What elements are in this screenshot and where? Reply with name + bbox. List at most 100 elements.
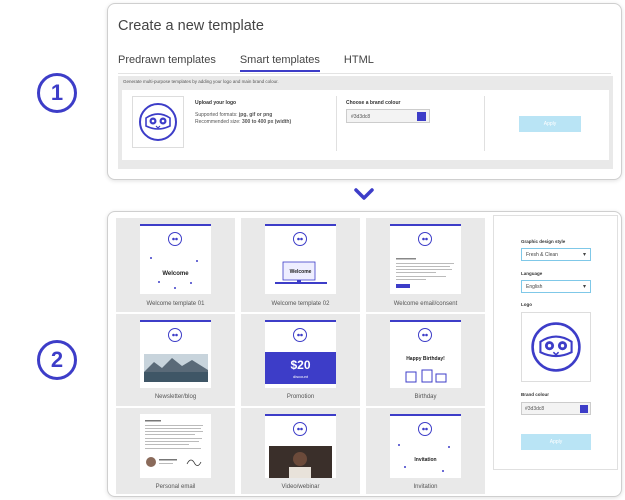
preview-header-bar: [390, 224, 461, 226]
generated-templates-panel: Welcome Welcome template 01 Welcome Welc…: [107, 211, 622, 497]
text-lines-placeholder: [396, 258, 454, 288]
template-caption: Newsletter/blog: [154, 394, 197, 400]
step-1-badge: 1: [37, 73, 77, 113]
owl-logo-icon: [293, 422, 307, 436]
template-caption: Welcome template 02: [271, 301, 330, 307]
size-value: 300 to 400 px (width): [241, 119, 292, 125]
template-card-newsletter[interactable]: Newsletter/blog: [116, 314, 235, 406]
template-preview: [140, 414, 211, 478]
template-preview: [390, 224, 461, 294]
tab-smart-templates[interactable]: Smart templates: [239, 54, 320, 72]
preview-headline: Invitation: [414, 457, 437, 463]
template-preview: Happy Birthday!: [390, 320, 461, 388]
template-caption: Personal email: [155, 484, 196, 490]
template-card-birthday[interactable]: Happy Birthday! Birthday: [366, 314, 485, 406]
template-preview: [265, 414, 336, 478]
divider: [336, 96, 337, 151]
page: 1 2 Create a new template Predrawn templ…: [0, 0, 625, 500]
design-style-select[interactable]: Fresh & Clean ▾: [521, 248, 591, 261]
size-prefix: Recommended size:: [195, 119, 242, 125]
template-settings-sidebar: Graphic design style Fresh & Clean ▾ Lan…: [493, 215, 618, 470]
template-caption: Welcome template 01: [146, 301, 205, 307]
gift-boxes-icon: [405, 369, 447, 383]
template-caption: Promotion: [286, 394, 315, 400]
brand-colour-label: Brand colour: [521, 392, 550, 397]
template-preview: Welcome: [140, 224, 211, 294]
recommended-size: Recommended size: 300 to 400 px (width): [195, 119, 291, 125]
template-card-promotion[interactable]: $20 discount Promotion: [241, 314, 360, 406]
letter-text-placeholder: [145, 420, 203, 467]
preview-header-bar: [265, 414, 336, 416]
brand-colour-value: #3d3dc8: [525, 406, 545, 412]
template-card-invitation[interactable]: Invitation Invitation: [366, 408, 485, 494]
step-1-number: 1: [50, 80, 64, 105]
logo-label: Logo: [521, 302, 532, 307]
owl-logo-icon: [293, 232, 307, 246]
tab-predrawn-templates[interactable]: Predrawn templates: [118, 54, 216, 72]
logo-preview[interactable]: [521, 312, 591, 382]
webinar-photo: [269, 446, 332, 478]
template-preview: Invitation: [390, 414, 461, 478]
preview-header-bar: [140, 320, 211, 322]
section-description: Generate multi-purpose templates by addi…: [123, 79, 279, 84]
preview-headline: Happy Birthday!: [406, 356, 445, 362]
brand-colour-value: #3d3dc8: [351, 114, 371, 120]
upload-logo-heading: Upload your logo: [195, 100, 237, 106]
language-label: Language: [521, 271, 543, 276]
owl-logo-icon: [168, 328, 182, 342]
colour-swatch[interactable]: [580, 405, 588, 413]
owl-logo-icon: [418, 328, 432, 342]
formats-value: jpg, gif or png: [238, 112, 273, 118]
owl-logo-icon: [418, 422, 432, 436]
panel-title: Create a new template: [118, 18, 264, 34]
template-card-video-webinar[interactable]: Video/webinar: [241, 408, 360, 494]
logo-upload-dropzone[interactable]: [132, 96, 184, 148]
preview-header-bar: [390, 414, 461, 416]
mountain-lake-image: [144, 354, 208, 382]
template-caption: Invitation: [413, 484, 438, 490]
tab-html[interactable]: HTML: [344, 54, 374, 72]
create-template-panel: Create a new template Predrawn templates…: [107, 3, 622, 180]
template-preview: $20 discount: [265, 320, 336, 388]
chevron-down-icon: ▾: [582, 284, 586, 290]
template-card-welcome-02[interactable]: Welcome Welcome template 02: [241, 218, 360, 312]
owl-logo-icon: [531, 322, 581, 372]
template-caption: Welcome email/consent: [393, 301, 458, 307]
template-card-personal-email[interactable]: Personal email: [116, 408, 235, 494]
brand-colour-input[interactable]: #3d3dc8: [521, 402, 591, 415]
promo-subtitle: discount: [293, 374, 308, 379]
smart-templates-section: Generate multi-purpose templates by addi…: [118, 76, 613, 169]
template-caption: Video/webinar: [281, 484, 320, 490]
promo-amount: $20: [290, 358, 311, 372]
preview-header-bar: [265, 224, 336, 226]
apply-button[interactable]: Apply: [519, 116, 581, 132]
formats-prefix: Supported formats:: [195, 112, 239, 118]
owl-logo-icon: [293, 328, 307, 342]
divider: [484, 96, 485, 151]
brand-colour-heading: Choose a brand colour: [346, 100, 401, 106]
template-caption: Birthday: [414, 394, 437, 400]
colour-swatch[interactable]: [417, 112, 426, 121]
tabs-divider: [118, 73, 611, 74]
step-2-badge: 2: [37, 340, 77, 380]
language-value: English: [526, 284, 543, 290]
template-preview: Welcome: [265, 224, 336, 294]
supported-formats: Supported formats: jpg, gif or png: [195, 112, 272, 118]
settings-card: Upload your logo Supported formats: jpg,…: [122, 90, 609, 160]
owl-logo-icon: [418, 232, 432, 246]
owl-logo-icon: [168, 232, 182, 246]
brand-colour-input[interactable]: #3d3dc8: [346, 109, 430, 123]
preview-header-bar: [140, 224, 211, 226]
design-style-label: Graphic design style: [521, 239, 566, 244]
apply-button[interactable]: Apply: [521, 434, 591, 450]
template-card-welcome-consent[interactable]: Welcome email/consent: [366, 218, 485, 312]
chevron-down-icon: [354, 188, 374, 200]
template-tabs: Predrawn templates Smart templates HTML: [118, 54, 398, 72]
owl-logo-icon: [139, 103, 177, 141]
language-select[interactable]: English ▾: [521, 280, 591, 293]
design-style-value: Fresh & Clean: [526, 252, 558, 258]
preview-headline: Welcome: [289, 269, 312, 275]
chevron-down-icon: ▾: [582, 252, 586, 258]
step-2-number: 2: [50, 347, 64, 372]
template-card-welcome-01[interactable]: Welcome Welcome template 01: [116, 218, 235, 312]
